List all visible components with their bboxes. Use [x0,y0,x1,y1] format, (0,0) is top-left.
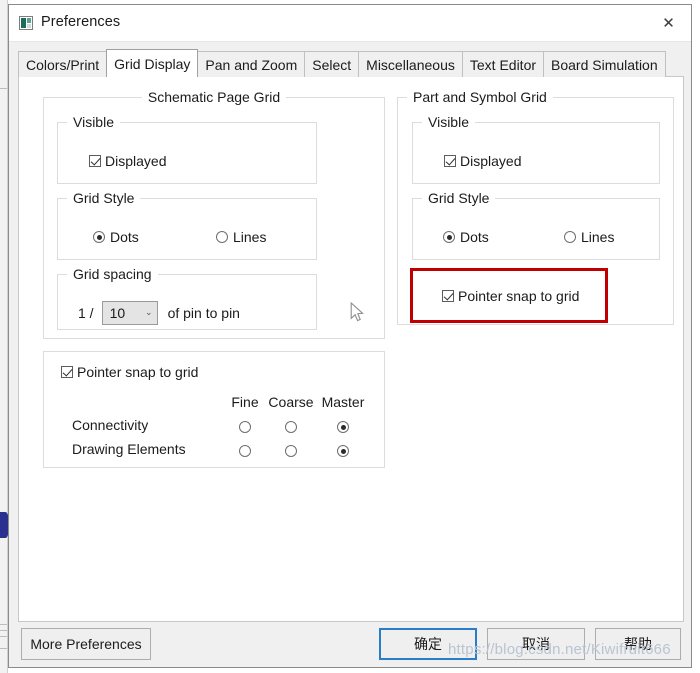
tab-select[interactable]: Select [304,51,360,77]
dialog-title: Preferences [41,14,121,30]
part-pointer-snap-checkbox[interactable]: Pointer snap to grid [442,288,579,304]
radio-icon [337,445,349,457]
snap-drawing-elements-coarse-radio[interactable] [285,444,297,462]
part-grid-style-group: Grid Style Dots Lines [412,190,660,260]
tab-bar: Colors/Print Grid Display Pan and Zoom S… [18,49,684,77]
part-grid-style-lines-radio[interactable]: Lines [564,229,614,245]
grid-spacing-select[interactable]: 10 ⌄ [101,301,158,325]
schematic-grid-spacing-group: Grid spacing 1 / 10 ⌄ of pin to pin [57,266,317,330]
checkbox-icon [61,366,73,378]
help-button[interactable]: 帮助 [595,628,681,660]
radio-icon [93,231,105,243]
background-line [0,648,7,649]
grid-spacing-suffix: of pin to pin [167,305,240,321]
tab-miscellaneous[interactable]: Miscellaneous [358,51,463,77]
more-preferences-button[interactable]: More Preferences [21,628,151,660]
part-displayed-label: Displayed [460,153,522,169]
radio-icon [216,231,228,243]
radio-icon [285,421,297,433]
snap-connectivity-coarse-radio[interactable] [285,420,297,438]
checkbox-icon [442,290,454,302]
schematic-grid-style-legend: Grid Style [67,190,141,206]
schematic-grid-style-dots-radio[interactable]: Dots [93,229,139,245]
preferences-dialog: Preferences ✕ Colors/Print Grid Display … [8,4,692,668]
radio-icon [239,445,251,457]
grid-spacing-value: 10 [109,305,126,321]
radio-icon [337,421,349,433]
schematic-grid-style-group: Grid Style Dots Lines [57,190,317,260]
ok-button[interactable]: 确定 [379,628,477,660]
schematic-grid-spacing-legend: Grid spacing [67,266,158,282]
background-window-edge [0,0,8,673]
snap-connectivity-master-radio[interactable] [337,420,349,438]
snap-row-label-connectivity: Connectivity [72,417,149,433]
snap-column-header-fine: Fine [231,394,259,410]
schematic-grid-style-dots-label: Dots [110,229,139,245]
schematic-pointer-snap-checkbox[interactable]: Pointer snap to grid [61,364,198,380]
background-line [0,624,7,625]
radio-icon [285,445,297,457]
schematic-displayed-label: Displayed [105,153,167,169]
snap-drawing-elements-fine-radio[interactable] [239,444,251,462]
cancel-button[interactable]: 取消 [487,628,585,660]
part-grid-style-dots-radio[interactable]: Dots [443,229,489,245]
part-visible-legend: Visible [422,114,475,130]
part-and-symbol-grid-group: Part and Symbol Grid Visible Displayed G… [397,89,674,325]
preferences-app-icon [19,16,33,30]
grid-spacing-prefix: 1 / [78,305,94,321]
schematic-grid-style-lines-label: Lines [233,229,267,245]
chevron-down-icon: ⌄ [145,307,153,318]
background-line [0,630,7,631]
background-line [0,88,7,89]
checkbox-icon [444,155,456,167]
schematic-pointer-snap-group: Pointer snap to grid Fine Coarse Master … [43,351,385,468]
snap-drawing-elements-master-radio[interactable] [337,444,349,462]
checkbox-icon [89,155,101,167]
schematic-pointer-snap-label: Pointer snap to grid [77,364,199,380]
close-icon[interactable]: ✕ [646,5,691,40]
part-grid-style-dots-label: Dots [460,229,489,245]
tab-board-simulation[interactable]: Board Simulation [543,51,666,77]
part-displayed-checkbox[interactable]: Displayed [444,153,521,169]
dialog-titlebar: Preferences ✕ [9,5,691,42]
tab-text-editor[interactable]: Text Editor [461,51,545,77]
tab-colors-print[interactable]: Colors/Print [18,51,108,77]
snap-connectivity-fine-radio[interactable] [239,420,251,438]
schematic-page-grid-legend: Schematic Page Grid [141,89,287,105]
schematic-displayed-checkbox[interactable]: Displayed [89,153,166,169]
background-line [0,636,7,637]
part-visible-group: Visible Displayed [412,114,660,184]
schematic-visible-legend: Visible [67,114,120,130]
tab-grid-display[interactable]: Grid Display [106,49,199,77]
part-grid-style-lines-label: Lines [581,229,615,245]
schematic-page-grid-group: Schematic Page Grid Visible Displayed Gr… [43,89,385,339]
radio-icon [564,231,576,243]
radio-icon [443,231,455,243]
snap-column-header-coarse: Coarse [268,394,314,410]
part-grid-style-legend: Grid Style [422,190,496,206]
snap-column-header-master: Master [321,394,365,410]
radio-icon [239,421,251,433]
mouse-arrow-cursor [350,302,364,322]
part-pointer-snap-label: Pointer snap to grid [458,288,580,304]
grid-spacing-row: 1 / 10 ⌄ of pin to pin [78,301,240,325]
tab-pan-and-zoom[interactable]: Pan and Zoom [197,51,306,77]
grid-display-tab-panel: Schematic Page Grid Visible Displayed Gr… [18,76,684,622]
schematic-visible-group: Visible Displayed [57,114,317,184]
snap-row-label-drawing-elements: Drawing Elements [72,441,186,457]
part-and-symbol-grid-legend: Part and Symbol Grid [407,89,553,105]
schematic-grid-style-lines-radio[interactable]: Lines [216,229,266,245]
